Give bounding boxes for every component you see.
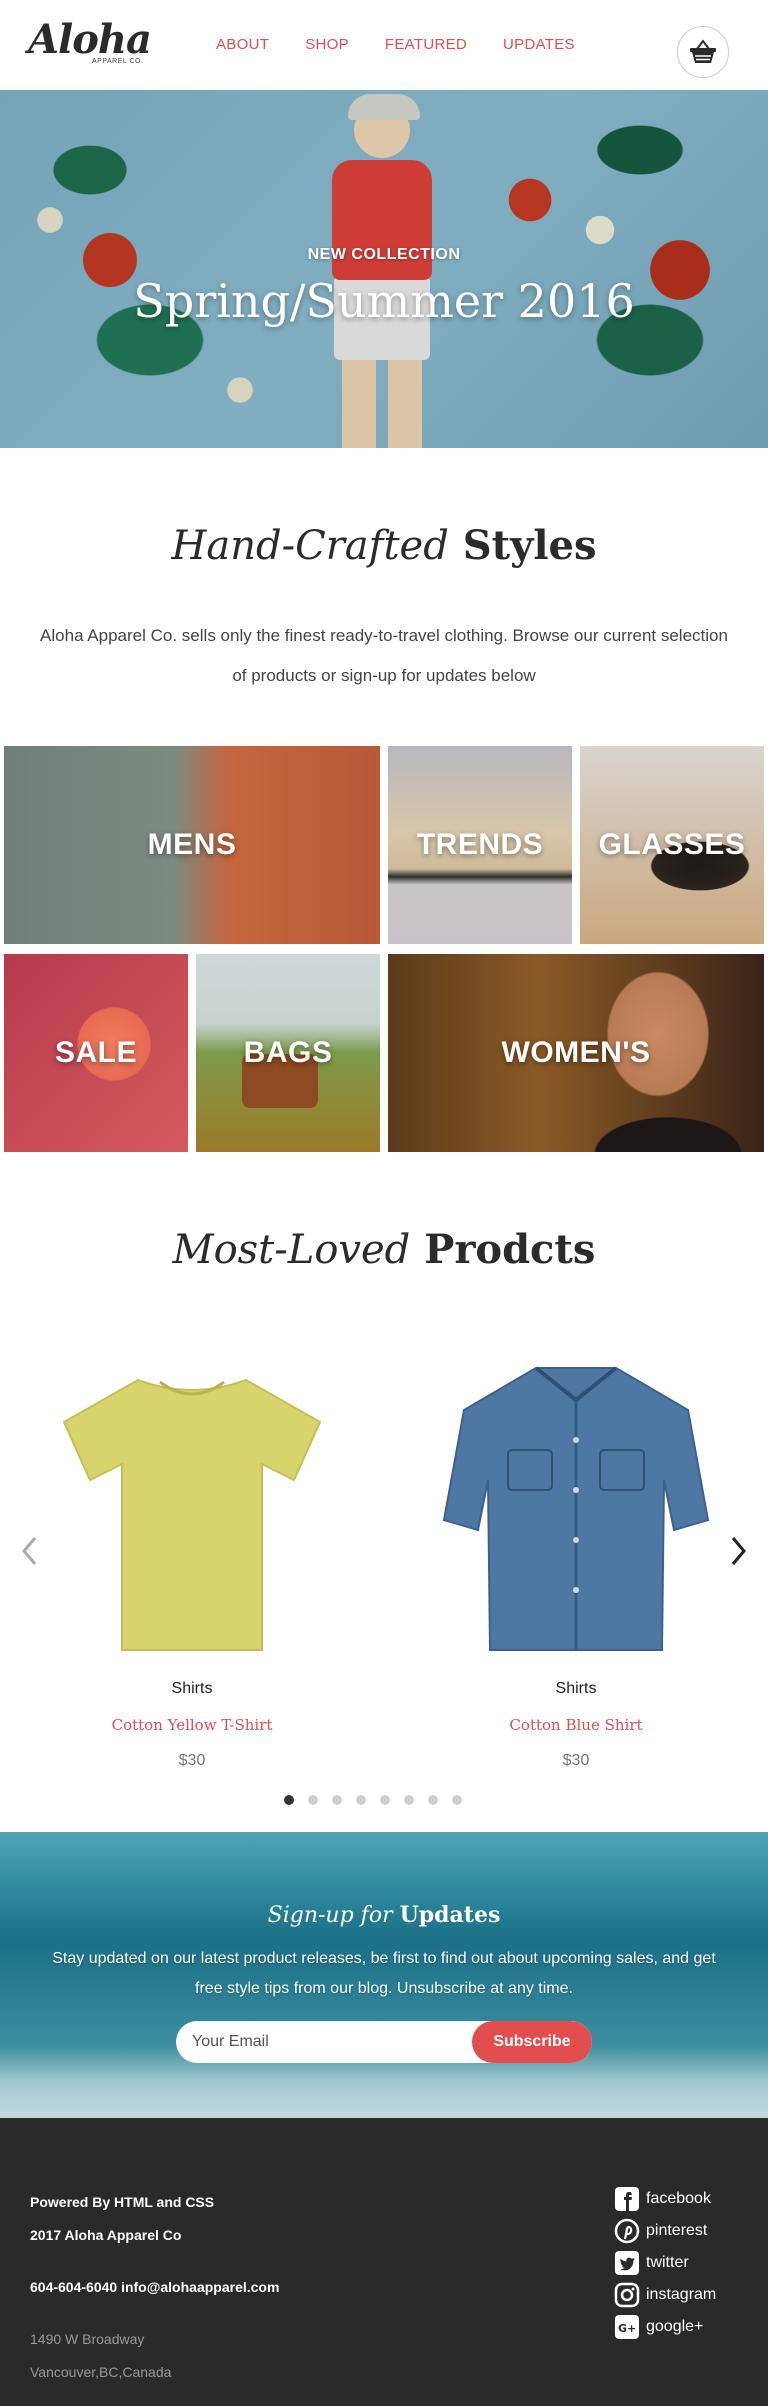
footer-copyright: 2017 Aloha Apparel Co [30, 2227, 182, 2243]
chevron-left-icon [22, 1537, 37, 1565]
carousel-pagination [284, 1795, 462, 1805]
signup-heading-bold: Updates [399, 1902, 501, 1928]
signup-form: Subscribe [176, 2021, 592, 2063]
pagination-dot[interactable] [356, 1795, 366, 1805]
products-heading-bold: Prodcts [424, 1226, 596, 1273]
logo-subtext: APPAREL CO. [92, 58, 144, 65]
products-heading-italic: Most-Loved [172, 1227, 411, 1273]
social-link-instagram[interactable]: instagram [614, 2282, 716, 2308]
yellow-tshirt-image [62, 1378, 322, 1651]
svg-text:G+: G+ [618, 2322, 636, 2335]
signup-text: Stay updated on our latest product relea… [52, 1950, 716, 1997]
social-label: twitter [646, 2254, 689, 2271]
cart-button[interactable] [677, 26, 729, 78]
twitter-icon [614, 2250, 640, 2276]
styles-heading-italic: Hand-Crafted [171, 523, 449, 569]
category-label: WOMEN'S [501, 1036, 651, 1069]
facebook-icon [614, 2186, 640, 2212]
category-glasses[interactable]: GLASSES [580, 746, 764, 944]
pagination-dot[interactable] [428, 1795, 438, 1805]
email-input[interactable] [176, 2021, 472, 2063]
category-bags[interactable]: BAGS [196, 954, 380, 1152]
social-label: facebook [646, 2190, 711, 2207]
category-label: SALE [54, 1036, 137, 1069]
pagination-dot[interactable] [380, 1795, 390, 1805]
styles-heading-bold: Styles [462, 522, 597, 569]
pagination-dot[interactable] [308, 1795, 318, 1805]
logo[interactable]: Aloha APPAREL CO. [28, 16, 152, 72]
site-footer: Powered By HTML and CSS 2017 Aloha Appar… [0, 2118, 768, 2406]
main-nav: ABOUT SHOP FEATURED UPDATES [216, 36, 575, 53]
carousel-next-button[interactable] [728, 1534, 748, 1568]
footer-address-line1: 1490 W Broadway [30, 2331, 145, 2347]
hero-title: Spring/Summer 2016 [133, 274, 635, 328]
instagram-icon [614, 2282, 640, 2308]
category-label: MENS [147, 828, 237, 861]
pagination-dot[interactable] [404, 1795, 414, 1805]
category-womens[interactable]: WOMEN'S [388, 954, 764, 1152]
carousel-prev-button[interactable] [20, 1534, 40, 1568]
nav-about[interactable]: ABOUT [216, 36, 269, 53]
category-label: TRENDS [416, 828, 544, 861]
nav-updates[interactable]: UPDATES [503, 36, 575, 53]
basket-icon [690, 39, 716, 63]
hero-banner: NEW COLLECTION Spring/Summer 2016 [0, 90, 768, 448]
blue-shirt-image [442, 1366, 710, 1651]
nav-featured[interactable]: FEATURED [385, 36, 467, 53]
footer-address-line2: Vancouver,BC,Canada [30, 2364, 172, 2380]
category-label: BAGS [243, 1036, 333, 1069]
intro-text: Aloha Apparel Co. sells only the finest … [40, 626, 728, 685]
signup-section: Sign-up for Updates Stay updated on our … [0, 1832, 768, 2118]
category-trends[interactable]: TRENDS [388, 746, 572, 944]
logo-text: Aloha [28, 16, 152, 63]
social-label: instagram [646, 2286, 717, 2303]
product-price: $30 [178, 1752, 206, 1769]
category-label: GLASSES [598, 828, 746, 861]
products-heading: Most-Loved Prodcts [0, 1226, 768, 1273]
social-link-pinterest[interactable]: pinterest [614, 2218, 707, 2244]
subscribe-button[interactable]: Subscribe [472, 2021, 592, 2063]
chevron-right-icon [731, 1537, 746, 1565]
product-card[interactable]: Shirts Cotton Blue Shirt $30 [426, 1360, 726, 1780]
footer-powered: Powered By HTML and CSS [30, 2194, 215, 2210]
social-link-facebook[interactable]: facebook [614, 2186, 711, 2212]
social-link-twitter[interactable]: twitter [614, 2250, 689, 2276]
nav-shop[interactable]: SHOP [305, 36, 349, 53]
google-plus-icon: G+ [614, 2314, 640, 2340]
site-header: Aloha APPAREL CO. ABOUT SHOP FEATURED UP… [0, 0, 768, 90]
signup-heading-italic: Sign-up for [267, 1903, 393, 1928]
pagination-dot[interactable] [332, 1795, 342, 1805]
product-name[interactable]: Cotton Yellow T-Shirt [42, 1716, 342, 1734]
social-link-google-plus[interactable]: G+ google+ [614, 2314, 703, 2340]
product-name[interactable]: Cotton Blue Shirt [426, 1716, 726, 1734]
pagination-dot[interactable] [452, 1795, 462, 1805]
product-category: Shirts [555, 1680, 597, 1697]
pinterest-icon [614, 2218, 640, 2244]
pagination-dot[interactable] [284, 1795, 294, 1805]
product-price: $30 [562, 1752, 590, 1769]
product-card[interactable]: Shirts Cotton Yellow T-Shirt $30 [42, 1360, 342, 1780]
social-label: google+ [646, 2318, 704, 2335]
hero-subtitle: NEW COLLECTION [307, 246, 461, 263]
styles-heading: Hand-Crafted Styles [0, 522, 768, 569]
signup-heading: Sign-up for Updates [0, 1902, 768, 1928]
category-sale[interactable]: SALE [4, 954, 188, 1152]
social-label: pinterest [646, 2222, 708, 2239]
footer-contact: 604-604-6040 info@alohaapparel.com [30, 2279, 280, 2295]
category-mens[interactable]: MENS [4, 746, 380, 944]
product-category: Shirts [171, 1680, 213, 1697]
